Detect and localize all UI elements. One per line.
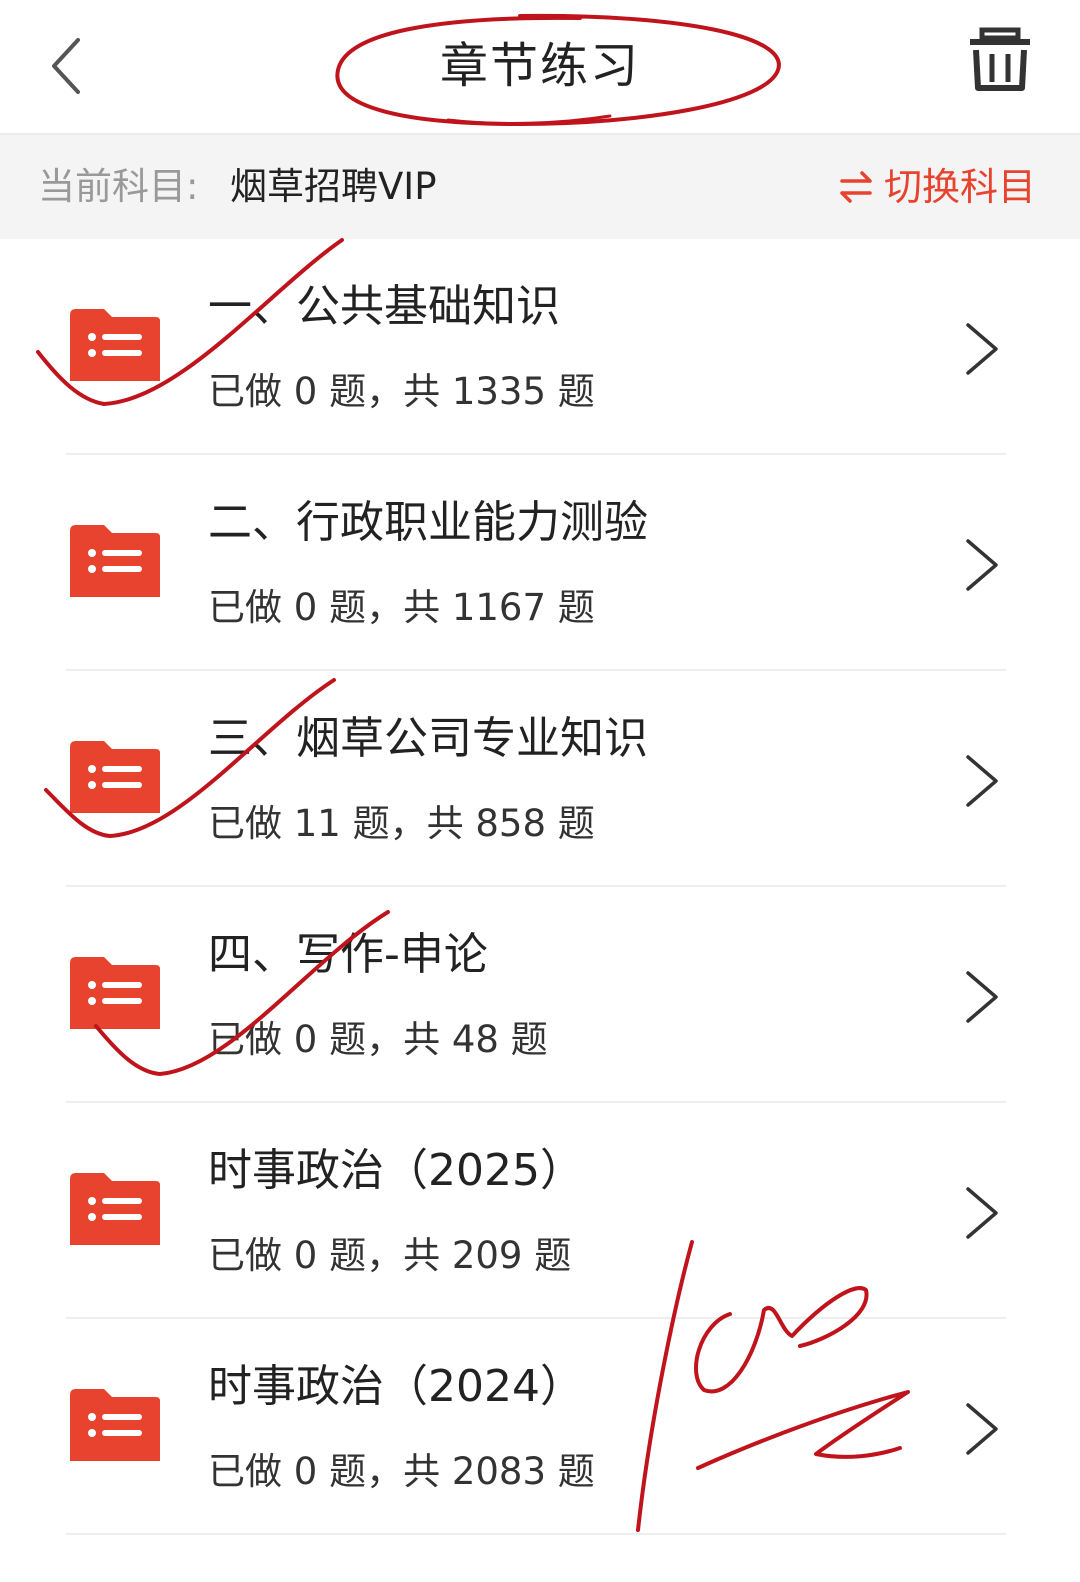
- chevron-right-icon: [966, 539, 998, 591]
- back-button[interactable]: [30, 24, 110, 108]
- chevron-left-icon: [52, 38, 80, 94]
- chapter-item[interactable]: 时事政治（2025） 已做 0 题，共 209 题: [0, 1103, 1080, 1319]
- list-folder-icon: [70, 309, 160, 381]
- chapter-progress: 已做 0 题，共 1167 题: [208, 586, 595, 629]
- chapter-item[interactable]: 三、烟草公司专业知识 已做 11 题，共 858 题: [0, 671, 1080, 887]
- chevron-right-icon: [966, 971, 998, 1023]
- chapter-progress: 已做 0 题，共 1335 题: [208, 370, 595, 413]
- trash-icon: [970, 27, 1030, 91]
- row-divider: [66, 1533, 1006, 1535]
- subject-label: 当前科目:: [38, 165, 199, 208]
- chapter-title: 三、烟草公司专业知识: [208, 713, 648, 764]
- top-bar: 章节练习: [0, 0, 1080, 133]
- chapter-progress: 已做 0 题，共 209 题: [208, 1234, 572, 1277]
- page-title: 章节练习: [439, 38, 640, 94]
- switch-subject-button[interactable]: 切换科目: [836, 135, 1036, 239]
- switch-subject-label: 切换科目: [883, 165, 1036, 209]
- list-folder-icon: [70, 957, 160, 1029]
- chapter-progress: 已做 11 题，共 858 题: [208, 802, 595, 845]
- chapter-title: 四、写作-申论: [208, 929, 488, 980]
- chapter-item[interactable]: 四、写作-申论 已做 0 题，共 48 题: [0, 887, 1080, 1103]
- chapter-title: 时事政治（2024）: [208, 1361, 584, 1412]
- subject-value: 烟草招聘VIP: [230, 165, 437, 208]
- swap-arrows-icon: [840, 171, 872, 203]
- chapter-title: 二、行政职业能力测验: [208, 497, 648, 548]
- chevron-right-icon: [966, 755, 998, 807]
- chapter-item[interactable]: 时事政治（2024） 已做 0 题，共 2083 题: [0, 1319, 1080, 1535]
- subject-bar: 当前科目: 烟草招聘VIP 切换科目: [0, 135, 1080, 239]
- chapter-progress: 已做 0 题，共 48 题: [208, 1018, 548, 1061]
- chevron-right-icon: [966, 1187, 998, 1239]
- trash-button[interactable]: [960, 22, 1040, 102]
- chapter-item[interactable]: 一、公共基础知识 已做 0 题，共 1335 题: [0, 239, 1080, 455]
- chevron-right-icon: [966, 1403, 998, 1455]
- chapter-title: 一、公共基础知识: [208, 281, 560, 332]
- list-folder-icon: [70, 1389, 160, 1461]
- chapter-progress: 已做 0 题，共 2083 题: [208, 1450, 595, 1493]
- chevron-right-icon: [966, 323, 998, 375]
- chapter-title: 时事政治（2025）: [208, 1145, 584, 1196]
- list-folder-icon: [70, 525, 160, 597]
- chapter-item[interactable]: 二、行政职业能力测验 已做 0 题，共 1167 题: [0, 455, 1080, 671]
- list-folder-icon: [70, 1173, 160, 1245]
- list-folder-icon: [70, 741, 160, 813]
